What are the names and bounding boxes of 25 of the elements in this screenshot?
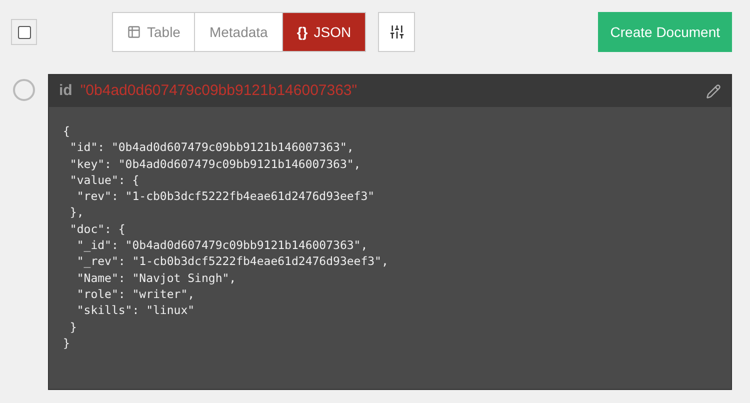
code-line: "value": { <box>68 172 140 188</box>
sliders-icon <box>388 24 405 40</box>
settings-button[interactable] <box>378 12 416 52</box>
code-line: "_id": "0b4ad0d607479c09bb9121b146007363", <box>76 237 368 254</box>
braces-icon: {} <box>296 22 308 42</box>
code-line: { <box>63 123 70 140</box>
table-icon <box>127 25 141 39</box>
id-value: "0b4ad0d607479c09bb9121b146007363" <box>80 80 358 101</box>
code-line: "skills": "linux" <box>76 302 195 319</box>
code-line: "id": "0b4ad0d607479c09bb9121b146007363", <box>68 139 354 156</box>
code-line: "key": "0b4ad0d607479c09bb9121b146007363", <box>68 156 361 172</box>
view-tab[interactable]: {} JSON <box>282 13 366 51</box>
code-line: "_rev": "1-cb0b3dcf5222fb4eae61d2476d93eef3", <box>76 253 388 270</box>
id-label: id <box>59 80 72 101</box>
code-line: "role": "writer", <box>76 286 195 302</box>
edit-icon[interactable] <box>706 84 721 98</box>
code-line: "doc": { <box>68 220 126 238</box>
select-radio[interactable] <box>13 79 35 101</box>
code-line: } <box>68 318 77 335</box>
code-line: } <box>63 334 70 352</box>
code-line: "Name": "Navjot Singh", <box>76 270 236 286</box>
code-line: "rev": "1-cb0b3dcf5222fb4eae61d2476d93eef3" <box>76 188 375 204</box>
select-all-checkbox[interactable] <box>18 26 30 38</box>
code-line: }, <box>68 204 84 221</box>
create-document-button[interactable]: Create Document <box>598 12 732 52</box>
